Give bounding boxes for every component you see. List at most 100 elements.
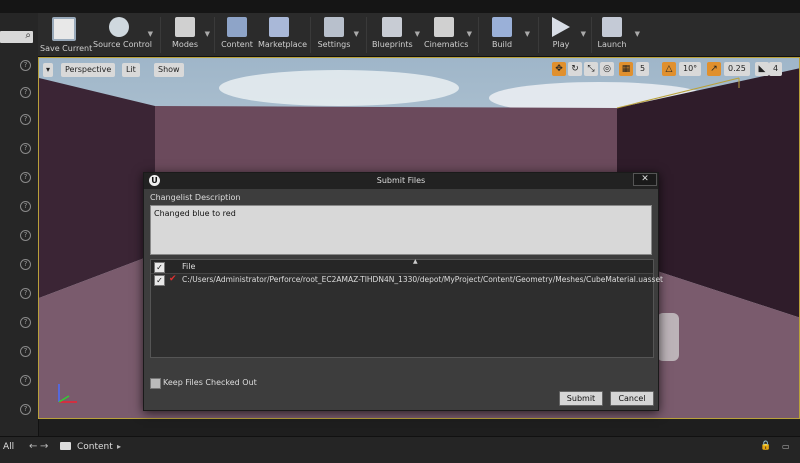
separator: [538, 17, 539, 53]
file-column-header[interactable]: File: [182, 262, 195, 271]
help-icon[interactable]: ?: [20, 87, 31, 98]
file-checkbox[interactable]: ✓: [154, 275, 165, 286]
scale-snap-value[interactable]: 0.25: [724, 62, 750, 76]
help-icon[interactable]: ?: [20, 201, 31, 212]
top-strip: [0, 0, 800, 13]
settings-icon: [324, 17, 344, 37]
main-toolbar: Save Current Source Control ▼ Modes ▼ Co…: [38, 13, 800, 57]
perspective-button[interactable]: Perspective: [61, 63, 116, 77]
separator: [478, 17, 479, 53]
help-icon[interactable]: ?: [20, 317, 31, 328]
translate-icon[interactable]: ✥: [552, 62, 566, 76]
chevron-down-icon[interactable]: ▼: [415, 30, 420, 38]
dialog-title-bar[interactable]: U Submit Files ✕: [144, 173, 658, 189]
help-icon[interactable]: ?: [20, 172, 31, 183]
help-icon[interactable]: ?: [20, 288, 31, 299]
help-icon[interactable]: ?: [20, 404, 31, 415]
chevron-down-icon[interactable]: ▼: [205, 30, 210, 38]
launch-icon: [602, 17, 622, 37]
chevron-down-icon[interactable]: ▼: [635, 30, 640, 38]
submit-button[interactable]: Submit: [559, 391, 603, 406]
select-all-checkbox[interactable]: ✓: [154, 262, 165, 273]
cancel-button[interactable]: Cancel: [610, 391, 654, 406]
save-icon: [52, 17, 76, 41]
breadcrumb-content[interactable]: Content: [77, 442, 113, 452]
separator: [366, 17, 367, 53]
content-icon: [227, 17, 247, 37]
search-icon: ⌕: [25, 30, 31, 41]
marketplace-button[interactable]: Marketplace: [258, 13, 307, 56]
chevron-down-icon[interactable]: ▼: [148, 30, 153, 38]
source-control-button[interactable]: Source Control ▼: [93, 13, 153, 56]
play-icon: [552, 17, 570, 37]
back-arrow-icon[interactable]: ←: [29, 441, 37, 452]
file-path: C:/Users/Administrator/Perforce/root_EC2…: [182, 275, 663, 284]
save-current-button[interactable]: Save Current: [40, 13, 92, 56]
separator: [160, 17, 161, 53]
chevron-down-icon[interactable]: ▼: [354, 30, 359, 38]
play-button[interactable]: Play ▼: [548, 13, 586, 56]
grid-snap-icon[interactable]: ▦: [619, 62, 633, 76]
description-label: Changelist Description: [150, 193, 241, 202]
filter-all-label[interactable]: All: [3, 442, 14, 452]
chevron-down-icon[interactable]: ▼: [581, 30, 586, 38]
sort-arrow-icon: ▲: [413, 258, 418, 265]
grid-snap-value[interactable]: 5: [636, 62, 650, 76]
source-control-icon: [109, 17, 129, 37]
lit-button[interactable]: Lit: [122, 63, 140, 77]
show-button[interactable]: Show: [154, 63, 184, 77]
keep-checked-out-label: Keep Files Checked Out: [163, 378, 257, 387]
help-icon[interactable]: ?: [20, 346, 31, 357]
search-input[interactable]: ⌕: [0, 30, 33, 43]
content-button[interactable]: Content: [220, 13, 254, 56]
separator: [310, 17, 311, 53]
rotation-snap-icon[interactable]: △: [662, 62, 676, 76]
close-icon: ✕: [641, 174, 649, 184]
cinematics-icon: [434, 17, 454, 37]
launch-button[interactable]: Launch ▼: [596, 13, 640, 56]
modes-icon: [175, 17, 195, 37]
help-icon[interactable]: ?: [20, 60, 31, 71]
chevron-right-icon[interactable]: ▸: [117, 442, 121, 451]
viewport-options-dropdown[interactable]: ▾: [43, 63, 54, 77]
marketplace-icon: [269, 17, 289, 37]
rotate-icon[interactable]: ↻: [568, 62, 582, 76]
cinematics-button[interactable]: Cinematics ▼: [424, 13, 472, 56]
camera-speed-value[interactable]: 4: [769, 62, 783, 76]
dock-icon[interactable]: ▭: [782, 442, 790, 451]
help-icon[interactable]: ?: [20, 259, 31, 270]
forward-arrow-icon[interactable]: →: [40, 441, 48, 452]
modes-button[interactable]: Modes ▼: [168, 13, 210, 56]
scale-snap-icon[interactable]: ↗: [707, 62, 721, 76]
separator: [214, 17, 215, 53]
submit-files-dialog: U Submit Files ✕ Changelist Description …: [143, 172, 663, 411]
blueprints-button[interactable]: Blueprints ▼: [372, 13, 420, 56]
left-panel: ⌕ ? ? ? ? ? ? ? ? ? ? ? ? ?: [0, 13, 39, 438]
separator: [591, 17, 592, 53]
file-list: ✓ File ▲ ✓ ✔ C:/Users/Administrator/Perf…: [150, 258, 663, 358]
lock-icon[interactable]: 🔒: [760, 441, 771, 451]
file-list-header: ✓ File ▲: [151, 258, 653, 274]
description-textarea[interactable]: Changed blue to red: [150, 205, 652, 255]
rotation-snap-value[interactable]: 10°: [679, 62, 702, 76]
folder-icon: [60, 442, 71, 450]
dialog-title: Submit Files: [376, 176, 426, 185]
settings-button[interactable]: Settings ▼: [317, 13, 359, 56]
close-button[interactable]: ✕: [633, 173, 657, 186]
chevron-down-icon[interactable]: ▼: [467, 30, 472, 38]
scale-icon[interactable]: ⤡: [584, 62, 598, 76]
axis-gizmo: [58, 384, 77, 403]
help-icon[interactable]: ?: [20, 230, 31, 241]
keep-checked-out-checkbox[interactable]: [150, 378, 161, 389]
file-row[interactable]: ✓ ✔ C:/Users/Administrator/Perforce/root…: [151, 274, 663, 286]
chevron-down-icon[interactable]: ▼: [525, 30, 530, 38]
blueprints-icon: [382, 17, 402, 37]
camera-speed-icon[interactable]: ◣: [755, 62, 769, 76]
world-icon[interactable]: ◎: [600, 62, 614, 76]
help-icon[interactable]: ?: [20, 375, 31, 386]
help-icon[interactable]: ?: [20, 114, 31, 125]
build-button[interactable]: Build ▼: [488, 13, 530, 56]
help-icon[interactable]: ?: [20, 143, 31, 154]
build-icon: [492, 17, 512, 37]
content-browser-bar: All ← → Content ▸ 🔒 ▭: [0, 436, 800, 463]
